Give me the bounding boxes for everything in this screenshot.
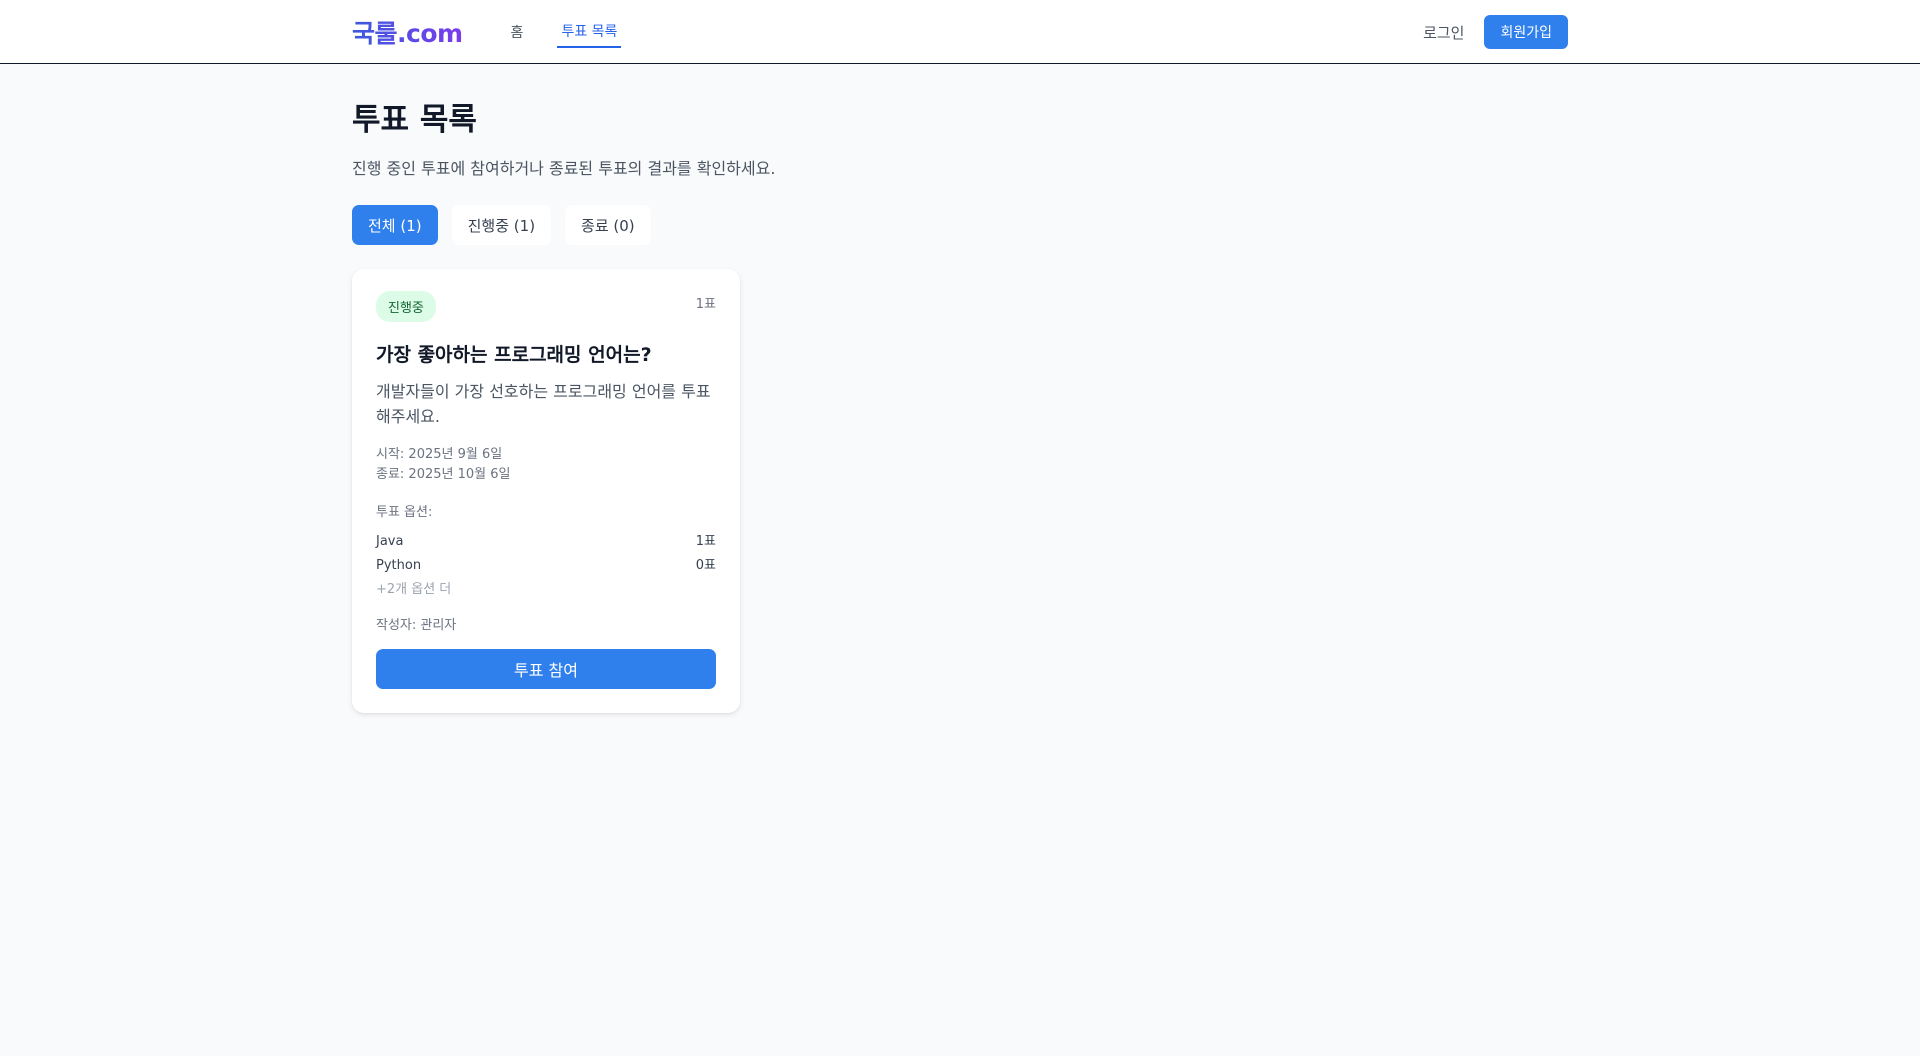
poll-start-date: 시작: 2025년 9월 6일 (376, 447, 503, 462)
main-nav: 홈 투표 목록 (507, 17, 622, 48)
more-options-text: +2개 옵션 더 (376, 582, 452, 597)
options-label: 투표 옵션: (376, 505, 433, 520)
login-link[interactable]: 로그인 (1423, 22, 1464, 43)
option-name: Python (376, 558, 422, 573)
top-navigation-inner: 국룰.com 홈 투표 목록 로그인 회원가입 (352, 0, 1568, 64)
status-filter-tabs: 전체 (1) 진행중 (1) 종료 (0) (352, 205, 1568, 245)
poll-card: 진행중 1표 가장 좋아하는 프로그래밍 언어는? 개발자들이 가장 선호하는 … (352, 269, 740, 713)
poll-dates: 시작: 2025년 9월 6일 종료: 2025년 10월 6일 (376, 445, 716, 485)
poll-option-row: Java 1표 (376, 530, 716, 554)
top-navigation-bar: 국룰.com 홈 투표 목록 로그인 회원가입 (0, 0, 1920, 64)
poll-card-header: 진행중 1표 (376, 291, 716, 322)
poll-description: 개발자들이 가장 선호하는 프로그래밍 언어를 투표해주세요. (376, 382, 711, 426)
option-name: Java (376, 534, 404, 549)
poll-title: 가장 좋아하는 프로그래밍 언어는? (376, 344, 652, 366)
option-votes: 1표 (695, 534, 716, 549)
main-content: 투표 목록 진행 중인 투표에 참여하거나 종료된 투표의 결과를 확인하세요.… (352, 64, 1568, 713)
signup-button[interactable]: 회원가입 (1484, 15, 1568, 49)
filter-all-button[interactable]: 전체 (1) (352, 205, 438, 245)
nav-poll-list-link[interactable]: 투표 목록 (557, 17, 622, 48)
poll-end-date: 종료: 2025년 10월 6일 (376, 467, 511, 482)
filter-ongoing-button[interactable]: 진행중 (1) (451, 205, 552, 245)
poll-author: 작성자: 관리자 (376, 618, 457, 633)
nav-home-link[interactable]: 홈 (507, 18, 528, 47)
poll-options-list: Java 1표 Python 0표 +2개 옵션 더 (376, 530, 716, 602)
filter-ended-button[interactable]: 종료 (0) (565, 205, 651, 245)
page-title: 투표 목록 (352, 102, 477, 138)
auth-actions: 로그인 회원가입 (1423, 15, 1568, 49)
join-poll-button[interactable]: 투표 참여 (376, 649, 716, 689)
poll-option-row: Python 0표 (376, 554, 716, 578)
total-vote-count: 1표 (695, 297, 716, 312)
option-votes: 0표 (695, 558, 716, 573)
site-logo[interactable]: 국룰.com (352, 14, 463, 50)
page-subtitle: 진행 중인 투표에 참여하거나 종료된 투표의 결과를 확인하세요. (352, 159, 776, 178)
status-badge: 진행중 (376, 291, 436, 322)
